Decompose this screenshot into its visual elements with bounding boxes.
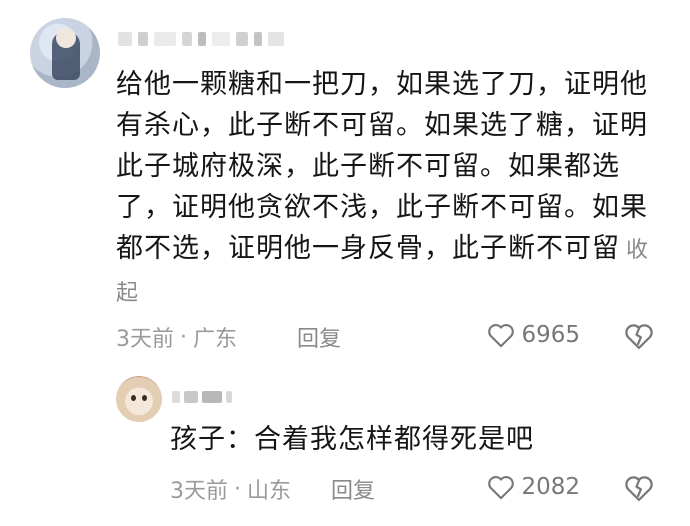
heart-outline-icon	[488, 324, 515, 348]
reply-reply-button[interactable]: 回复	[331, 473, 375, 505]
comment-text: 给他一颗糖和一把刀，如果选了刀，证明他有杀心，此子断不可留。如果选了糖，证明此子…	[116, 69, 648, 264]
comment-time: 3天前	[116, 327, 174, 352]
dislike-heart-icon[interactable]	[624, 322, 654, 350]
commenter-username-blurred[interactable]	[118, 28, 288, 50]
meta-separator: ·	[234, 476, 241, 502]
reply-username-blurred[interactable]	[172, 388, 232, 406]
avatar-eye	[142, 395, 147, 401]
reply-like-button[interactable]: 2082	[487, 474, 580, 500]
commenter-avatar[interactable]	[30, 18, 100, 88]
reply-meta: 3天前 · 山东 回复	[170, 473, 375, 505]
comment-body: 给他一颗糖和一把刀，如果选了刀，证明他有杀心，此子断不可留。如果选了糖，证明此子…	[116, 64, 656, 314]
avatar-eye	[131, 395, 136, 401]
like-button[interactable]: 6965	[487, 322, 580, 348]
reply-location: 山东	[247, 479, 292, 504]
dislike-heart-icon[interactable]	[624, 474, 654, 502]
reply-button[interactable]: 回复	[297, 321, 341, 353]
reply-like-count: 2082	[521, 474, 580, 500]
reply-body: 孩子：合着我怎样都得死是吧	[170, 424, 534, 455]
meta-separator: ·	[180, 324, 187, 350]
avatar-face	[56, 28, 76, 48]
reply-time: 3天前	[170, 479, 228, 504]
reply-avatar[interactable]	[116, 376, 162, 422]
like-count: 6965	[521, 322, 580, 348]
heart-outline-icon	[488, 476, 515, 500]
comment-meta: 3天前 · 广东 回复	[116, 321, 341, 353]
comment-location: 广东	[193, 327, 238, 352]
